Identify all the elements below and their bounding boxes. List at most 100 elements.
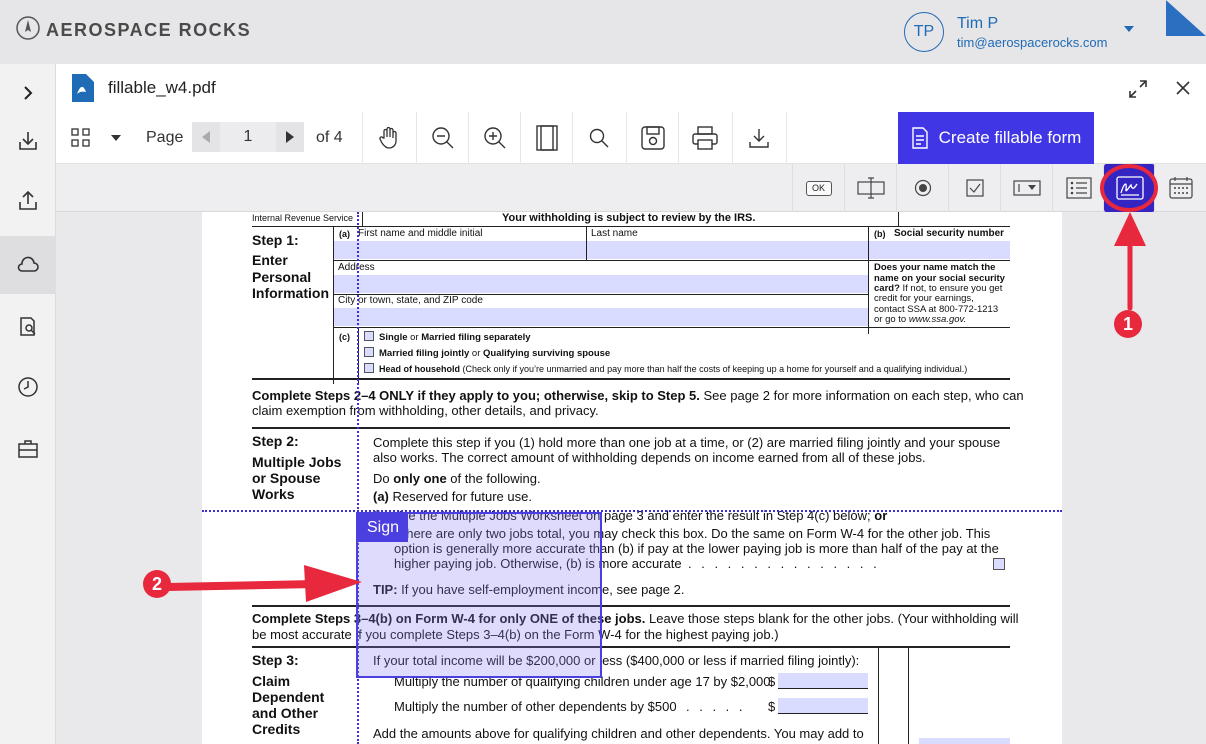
radio-field-tool[interactable]: [896, 164, 948, 212]
sidebar-item-download[interactable]: [0, 112, 56, 170]
zoom-in-icon: [484, 127, 506, 149]
irs-label: Internal Revenue Service: [252, 213, 354, 223]
step2-subtitle-3: Works: [252, 486, 295, 502]
prev-page-button[interactable]: [192, 122, 220, 152]
step2-subtitle-2: or Spouse: [252, 470, 321, 486]
name-match-line-4: credit for your earnings,: [874, 293, 974, 304]
user-name: Tim P: [957, 14, 999, 32]
user-email: tim@aerospacerocks.com: [957, 34, 1108, 50]
other-dollar-sign: $: [768, 699, 776, 714]
view-dropdown-button[interactable]: [106, 112, 126, 164]
save-button[interactable]: [628, 112, 678, 164]
ok-button-icon: OK: [805, 180, 832, 196]
zoom-in-button[interactable]: [470, 112, 520, 164]
pdf-page: Internal Revenue Service Your withholdin…: [202, 212, 1062, 744]
printer-icon: [692, 126, 718, 150]
create-fillable-form-button[interactable]: Create fillable form: [898, 112, 1094, 164]
step3-title: Step 3:: [252, 652, 299, 668]
list-field-tool[interactable]: [1052, 164, 1104, 212]
sidebar-item-search-document[interactable]: [0, 298, 56, 356]
checkbox-field-tool[interactable]: [948, 164, 1000, 212]
document-search-icon: [20, 317, 36, 336]
pan-tool-button[interactable]: [364, 112, 414, 164]
sidebar-item-toolbox[interactable]: [0, 420, 56, 478]
caret-down-icon: [111, 135, 121, 141]
ssn-field[interactable]: [869, 241, 1010, 259]
thumbnail-view-button[interactable]: [66, 112, 96, 164]
hand-icon: [379, 126, 397, 149]
children-amount-field[interactable]: [778, 673, 868, 689]
step3-subtitle-2: Dependent: [252, 689, 325, 705]
complete-steps-2-4-line-1: Complete Steps 2–4 ONLY if they apply to…: [252, 388, 1024, 403]
button-field-tool[interactable]: OK: [792, 164, 844, 212]
step3-total-field[interactable]: [919, 738, 1010, 744]
last-name-label: Last name: [591, 228, 638, 239]
step2-paragraph-1: Complete this step if you (1) hold more …: [373, 435, 1001, 450]
form-icon: [911, 127, 928, 149]
city-label: City or town, state, and ZIP code: [338, 295, 483, 306]
search-icon: [589, 128, 609, 148]
city-field[interactable]: [334, 308, 868, 326]
last-name-field[interactable]: [587, 241, 868, 259]
next-page-button[interactable]: [276, 122, 304, 152]
text-field-tool[interactable]: [844, 164, 896, 212]
expand-icon[interactable]: [1129, 80, 1147, 98]
avatar: TP: [904, 12, 944, 52]
label-b: (b): [874, 229, 886, 239]
close-icon[interactable]: [1176, 81, 1190, 95]
annotation-arrow-1-shaft: [1114, 212, 1146, 310]
first-name-label: First name and middle initial: [358, 228, 483, 239]
single-checkbox[interactable]: [364, 331, 374, 341]
signature-field-placeholder[interactable]: Sign: [356, 512, 602, 678]
brand-logo[interactable]: AEROSPACE ROCKS: [16, 15, 251, 45]
user-menu[interactable]: TP Tim P tim@aerospacerocks.com: [904, 12, 1107, 52]
save-icon: [641, 126, 665, 150]
two-jobs-checkbox[interactable]: [993, 558, 1005, 570]
annotation-arrow-2: [166, 565, 362, 602]
other-dependents-amount-field[interactable]: [778, 698, 868, 714]
sign-field-label: Sign: [358, 514, 408, 542]
step2-title: Step 2:: [252, 433, 299, 449]
page-navigator: 1: [192, 122, 304, 152]
step3-subtitle-3: and Other: [252, 705, 319, 721]
zoom-out-button[interactable]: [418, 112, 468, 164]
head-of-household-checkbox[interactable]: [364, 363, 374, 373]
other-dependents-leader-dots: . . . . .: [686, 699, 746, 714]
address-field[interactable]: [334, 275, 868, 293]
document-viewport[interactable]: Internal Revenue Service Your withholdin…: [56, 212, 1206, 744]
checkbox-icon: [965, 179, 984, 197]
sidebar-item-upload[interactable]: [0, 172, 56, 230]
form-field-toolbar: OK: [56, 164, 1206, 212]
fit-page-button[interactable]: [522, 112, 572, 164]
step1-subtitle-1: Enter: [252, 252, 288, 268]
list-icon: [1065, 177, 1092, 199]
download-icon: [749, 129, 769, 148]
other-dependents-label: Multiply the number of other dependents …: [394, 699, 677, 714]
sidebar-item-cloud[interactable]: [0, 236, 56, 294]
print-button[interactable]: [680, 112, 730, 164]
page-number-input[interactable]: 1: [220, 122, 276, 152]
file-name: fillable_w4.pdf: [108, 78, 216, 97]
annotation-marker-1: 1: [1114, 310, 1142, 338]
chevron-down-icon[interactable]: [1124, 26, 1134, 32]
step3-subtitle-1: Claim: [252, 673, 291, 689]
corner-logo-icon: [1166, 0, 1206, 36]
left-sidebar: [0, 64, 56, 744]
search-button[interactable]: [574, 112, 624, 164]
grid-icon: [71, 128, 90, 147]
first-name-field[interactable]: [334, 241, 586, 259]
sidebar-item-history[interactable]: [0, 358, 56, 416]
step2-paragraph-2: also works. The correct amount of withho…: [373, 450, 926, 465]
clock-alert-icon: [18, 377, 38, 397]
horizontal-guide-line: [202, 510, 1062, 512]
single-label: Single or Married filing separately: [379, 332, 531, 343]
radio-icon: [914, 179, 931, 197]
download-button[interactable]: [734, 112, 784, 164]
upload-tray-icon: [19, 190, 37, 210]
married-joint-label: Married filing jointly or Qualifying sur…: [379, 348, 611, 359]
ssn-label: Social security number: [894, 228, 1005, 239]
married-joint-checkbox[interactable]: [364, 347, 374, 357]
rocket-icon: [16, 15, 40, 45]
label-a: (a): [339, 229, 350, 239]
dropdown-field-tool[interactable]: [1000, 164, 1052, 212]
